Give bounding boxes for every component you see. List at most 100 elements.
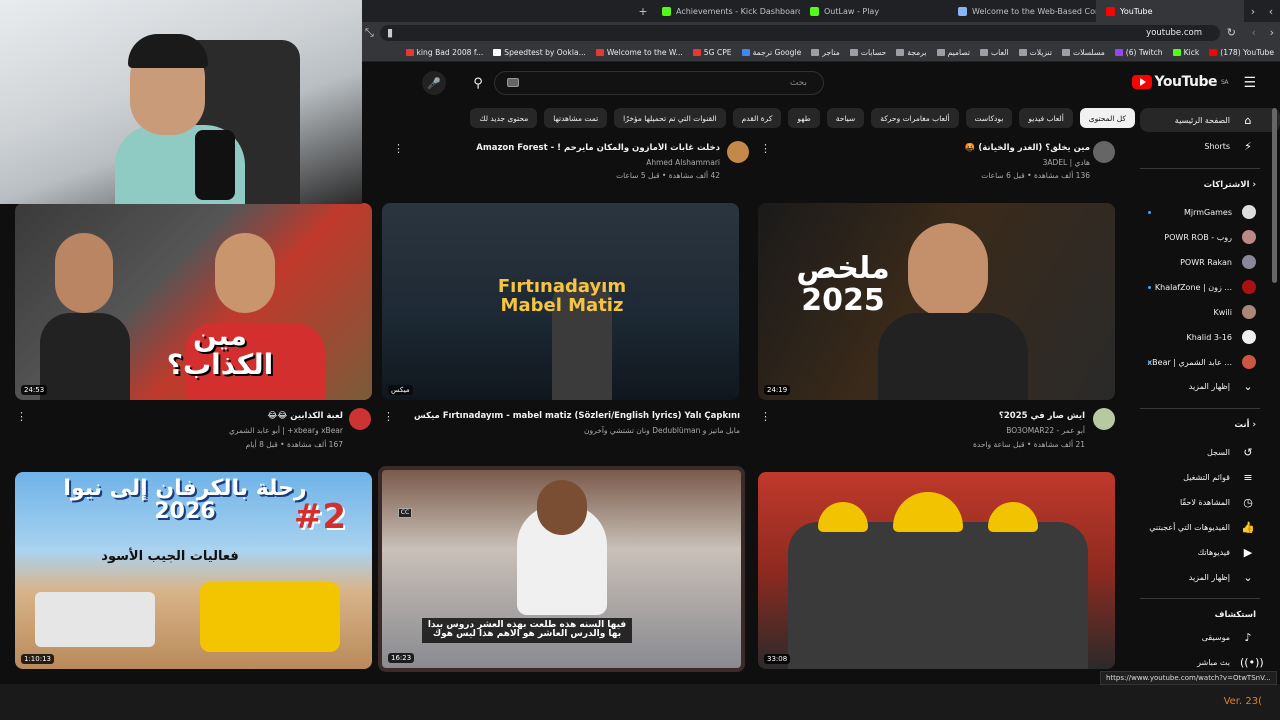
- you-header[interactable]: أنت ›: [1234, 420, 1256, 430]
- chip-all[interactable]: كل المحتوى: [1079, 108, 1135, 128]
- reload-icon[interactable]: ↻: [1227, 26, 1236, 39]
- sidebar-item-label: قوائم التشغيل: [1183, 472, 1230, 482]
- sidebar-sub-item[interactable]: POWR Rakan: [1140, 250, 1280, 274]
- sidebar-sub-item[interactable]: Khalid 3-16: [1140, 325, 1280, 349]
- youtube-masthead: ☰ YouTube SA بحث ⚲ 🎤: [362, 62, 1280, 104]
- video-title[interactable]: Fırtınadayım - mabel matiz (Sözleri/Engl…: [400, 411, 740, 421]
- bookmark-folder[interactable]: متاجر: [807, 48, 846, 57]
- channel-name[interactable]: مابل ماتيز و Dedublüman ونان تشتشي وآخرو…: [400, 426, 740, 435]
- more-options-icon[interactable]: ⋮: [383, 410, 394, 423]
- more-options-icon[interactable]: ⋮: [760, 142, 771, 155]
- video-title[interactable]: ايش صار في 2025؟: [780, 411, 1085, 421]
- video-meta: 42 ألف مشاهدة • قبل 5 ساعات: [616, 171, 720, 180]
- bookmark-item[interactable]: ترجمة Google: [738, 48, 808, 57]
- avatar[interactable]: [1093, 408, 1115, 430]
- sidebar-item-label: POWR Rakan: [1180, 257, 1232, 267]
- video-meta: 21 ألف مشاهدة • قبل ساعة واحدة: [972, 440, 1085, 449]
- back-arrow-icon[interactable]: ‹: [1244, 5, 1262, 18]
- forward-arrow-icon[interactable]: ›: [1270, 26, 1274, 39]
- chip[interactable]: سياحة: [826, 108, 865, 128]
- bookmark-item[interactable]: Speedtest by Ookla...: [489, 48, 592, 57]
- bookmark-item[interactable]: (178) YouTube: [1205, 48, 1280, 57]
- sidebar-item-home[interactable]: الصفحة الرئيسية ⌂: [1140, 108, 1280, 132]
- search-icon[interactable]: ⚲: [464, 71, 492, 95]
- channel-name[interactable]: أبو عمر - BO3OMAR22: [780, 426, 1085, 435]
- bookmark-item[interactable]: king Bad 2008 f...: [402, 48, 490, 57]
- sidebar-item-your-videos[interactable]: فيديوهاتك ▶: [1140, 540, 1280, 564]
- subscriptions-header[interactable]: الاشتراكات ›: [1204, 180, 1256, 190]
- playlist-icon: ≡: [1243, 470, 1253, 484]
- video-thumbnail[interactable]: Fırtınadayım Mabel Matiz ميكس: [382, 203, 739, 400]
- bookmark-star-icon[interactable]: ▮: [387, 26, 393, 39]
- sidebar-item-history[interactable]: السجل ↺: [1140, 440, 1280, 464]
- browser-tab-outlaw[interactable]: OutLaw - Play: [800, 0, 948, 22]
- chip[interactable]: ألعاب مغامرات وحركة: [871, 108, 959, 128]
- duration-badge: 33:08: [764, 654, 791, 664]
- keyboard-icon[interactable]: [507, 78, 519, 87]
- back-arrow-icon[interactable]: ‹: [1252, 26, 1256, 39]
- bookmark-item[interactable]: Welcome to the W...: [592, 48, 689, 57]
- bookmark-folder[interactable]: حسابات: [846, 48, 892, 57]
- bookmark-item[interactable]: 5G CPE: [689, 48, 738, 57]
- show-more-button[interactable]: إظهار المزيد ⌄: [1140, 565, 1280, 589]
- new-tab-icon[interactable]: +: [634, 5, 652, 18]
- browser-tab-kick[interactable]: Achievements - Kick Dashboard: [652, 0, 800, 22]
- avatar[interactable]: [1093, 141, 1115, 163]
- youtube-logo[interactable]: YouTube SA: [1131, 74, 1229, 90]
- bookmark-folder[interactable]: برمجة: [892, 48, 932, 57]
- sidebar-item-playlists[interactable]: قوائم التشغيل ≡: [1140, 465, 1280, 489]
- sidebar-sub-item[interactable]: MjrmGames: [1140, 200, 1280, 224]
- video-thumbnail[interactable]: CC فيها السنه هذه طلعت بهذه العشر دروس ب…: [378, 466, 745, 672]
- avatar[interactable]: [727, 141, 749, 163]
- url-field[interactable]: youtube.com: [380, 25, 1220, 41]
- chip[interactable]: محتوى جديد لك: [470, 108, 538, 128]
- video-thumbnail[interactable]: مين الكذاب؟ 24:53: [15, 203, 372, 400]
- thumbs-up-icon: 👍: [1241, 520, 1255, 534]
- more-options-icon[interactable]: ⋮: [760, 410, 771, 423]
- video-title[interactable]: لعبة الكذابين 😂😂: [40, 411, 343, 421]
- sidebar-sub-item[interactable]: POWR ROB - روب: [1140, 225, 1280, 249]
- bookmark-folder[interactable]: تنزيلات: [1015, 48, 1058, 57]
- sidebar-item-music[interactable]: موسيقى ♪: [1140, 625, 1280, 649]
- video-title[interactable]: مين يخلق؟ (الغدر والخيانة) 🤬: [800, 143, 1090, 153]
- channel-name[interactable]: xBear وxbear+ | أبو عابد الشمري: [40, 426, 343, 435]
- bookmark-folder[interactable]: العاب: [976, 48, 1015, 57]
- chip[interactable]: القنوات التي تم تحميلها مؤخرًا: [614, 108, 726, 128]
- thumbnail-overlay-text: رحلة بالكرفان إلى نيوا 2026: [63, 476, 307, 525]
- sidebar-sub-item[interactable]: KhalafZone | زون ...: [1140, 275, 1280, 299]
- sidebar-item-label: إظهار المزيد: [1188, 381, 1230, 391]
- browser-tab-youtube[interactable]: YouTube: [1096, 0, 1244, 22]
- bookmark-folder[interactable]: تصاميم: [933, 48, 976, 57]
- chip[interactable]: بودكاست: [965, 108, 1013, 128]
- screenshot-icon[interactable]: ⤡: [365, 26, 374, 40]
- chip[interactable]: كرة القدم: [732, 108, 782, 128]
- sidebar-sub-item[interactable]: xBear | عابد الشمري ...: [1140, 350, 1280, 374]
- video-thumbnail[interactable]: رحلة بالكرفان إلى نيوا 2026 فعاليات الجي…: [15, 472, 372, 669]
- show-more-button[interactable]: إظهار المزيد ⌄: [1140, 374, 1280, 398]
- sidebar-item-liked[interactable]: الفيديوهات التي أعجبتني 👍: [1140, 515, 1280, 539]
- voice-search-icon[interactable]: 🎤: [422, 71, 446, 95]
- sidebar-sub-item[interactable]: Kwili: [1140, 300, 1280, 324]
- menu-icon[interactable]: ☰: [1243, 75, 1256, 91]
- video-thumbnail[interactable]: ملخص 2025 24:19: [758, 203, 1115, 400]
- sidebar-item-watch-later[interactable]: المشاهدة لاحقًا ◷: [1140, 490, 1280, 514]
- bookmark-folder[interactable]: مسلسلات: [1058, 48, 1111, 57]
- avatar[interactable]: [349, 408, 371, 430]
- search-input[interactable]: بحث: [494, 71, 824, 95]
- bookmark-item[interactable]: (6) Twitch: [1111, 48, 1169, 57]
- more-options-icon[interactable]: ⋮: [16, 410, 27, 423]
- sidebar-item-shorts[interactable]: Shorts ⚡: [1140, 134, 1280, 158]
- video-thumbnail[interactable]: 33:08: [758, 472, 1115, 669]
- browser-tab-configurator[interactable]: Welcome to the Web-Based Configurator: [948, 0, 1096, 22]
- channel-name[interactable]: هادي | 3ADEL: [800, 158, 1090, 167]
- chevron-down-icon[interactable]: ›: [1262, 5, 1280, 18]
- chip[interactable]: طهو: [788, 108, 820, 128]
- video-title[interactable]: دخلت غابات الأمازون والمكان مايرحم ! - A…: [420, 143, 720, 153]
- more-options-icon[interactable]: ⋮: [393, 142, 404, 155]
- bookmark-item[interactable]: Kick: [1169, 48, 1206, 57]
- scrollbar[interactable]: [1272, 108, 1277, 283]
- chip[interactable]: ألعاب فيديو: [1019, 108, 1073, 128]
- chip[interactable]: تمت مشاهدتها: [544, 108, 608, 128]
- channel-name[interactable]: Ahmed Alshammari: [420, 158, 720, 167]
- sidebar-item-label: POWR ROB - روب: [1164, 232, 1232, 242]
